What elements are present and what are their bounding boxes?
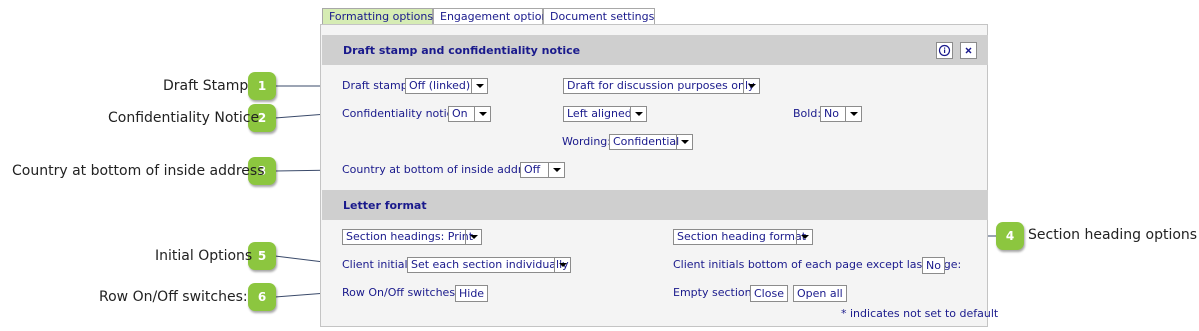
- info-button[interactable]: [936, 42, 953, 59]
- draft-text-select[interactable]: Draft for discussion purposes only: [563, 78, 760, 94]
- chevron-down-icon: [743, 79, 759, 93]
- chevron-down-icon: [548, 163, 564, 177]
- callout-badge-4: 4: [996, 222, 1024, 250]
- callout-label-4: Section heading options: [1028, 227, 1198, 243]
- draft-stamp-select[interactable]: Off (linked): [405, 78, 488, 94]
- empty-sections-label: Empty sections:: [673, 286, 762, 299]
- country-label: Country at bottom of inside address:: [342, 163, 545, 176]
- wording-value: Confidential: [613, 135, 680, 148]
- bold-select[interactable]: No: [820, 106, 862, 122]
- alignment-value: Left aligned: [567, 107, 632, 120]
- draft-section-title: Draft stamp and confidentiality notice: [343, 44, 581, 57]
- callout-label-1: Draft Stamp: [163, 78, 249, 94]
- wording-select[interactable]: Confidential: [609, 134, 693, 150]
- close-icon: [965, 47, 972, 54]
- bold-value: No: [824, 107, 839, 120]
- client-initials-value: Set each section individually: [411, 258, 569, 271]
- info-icon: [938, 44, 951, 57]
- client-initials-label: Client initials:: [342, 258, 418, 271]
- confidentiality-select[interactable]: On: [448, 106, 491, 122]
- empty-sections-open-all-button[interactable]: Open all: [793, 285, 847, 302]
- draft-text-value: Draft for discussion purposes only: [567, 79, 755, 92]
- country-value: Off: [524, 163, 541, 176]
- letter-section-title: Letter format: [343, 199, 427, 212]
- close-button[interactable]: [960, 42, 977, 59]
- alignment-select[interactable]: Left aligned: [563, 106, 647, 122]
- tab-document-settings[interactable]: Document settings: [543, 8, 655, 24]
- chevron-down-icon: [845, 107, 861, 121]
- callout-badge-1: 1: [248, 72, 276, 100]
- callout-badge-6: 6: [248, 283, 276, 311]
- callout-label-3: Country at bottom of inside address: [12, 163, 265, 179]
- draft-stamp-value: Off (linked): [409, 79, 471, 92]
- default-footnote: * indicates not set to default: [841, 307, 999, 320]
- section-headings-value: Section headings: Print: [346, 230, 474, 243]
- chevron-down-icon: [465, 230, 481, 244]
- confidentiality-value: On: [452, 107, 468, 120]
- tab-formatting-options[interactable]: Formatting options: [322, 8, 433, 24]
- chevron-down-icon: [630, 107, 646, 121]
- draft-section-header: Draft stamp and confidentiality notice: [322, 35, 988, 65]
- initials-bottom-label: Client initials bottom of each page exce…: [673, 258, 962, 271]
- section-heading-format-value: Section heading format: [677, 230, 807, 243]
- callout-label-5: Initial Options: [155, 248, 253, 264]
- wording-label: Wording:: [562, 135, 611, 148]
- confidentiality-label: Confidentiality notice:: [342, 107, 464, 120]
- callout-label-6: Row On/Off switches:: [99, 289, 248, 305]
- section-heading-format-select[interactable]: Section heading format: [673, 229, 813, 245]
- draft-stamp-label: Draft stamp:: [342, 79, 412, 92]
- chevron-down-icon: [554, 258, 570, 272]
- country-select[interactable]: Off: [520, 162, 565, 178]
- callout-label-2: Confidentiality Notice: [108, 110, 260, 126]
- client-initials-select[interactable]: Set each section individually: [407, 257, 571, 273]
- tab-engagement-options[interactable]: Engagement options: [433, 8, 554, 24]
- chevron-down-icon: [796, 230, 812, 244]
- row-switches-button[interactable]: Hide: [455, 285, 489, 302]
- empty-sections-close-button[interactable]: Close: [750, 285, 788, 302]
- initials-bottom-button[interactable]: No: [922, 257, 945, 274]
- section-headings-select[interactable]: Section headings: Print: [342, 229, 482, 245]
- letter-section-header: Letter format: [322, 190, 988, 220]
- chevron-down-icon: [474, 107, 490, 121]
- chevron-down-icon: [471, 79, 487, 93]
- chevron-down-icon: [676, 135, 692, 149]
- bold-label: Bold:: [793, 107, 822, 120]
- formatting-options-panel: Draft stamp and confidentiality notice D…: [320, 24, 998, 327]
- row-switches-label: Row On/Off switches:: [342, 286, 459, 299]
